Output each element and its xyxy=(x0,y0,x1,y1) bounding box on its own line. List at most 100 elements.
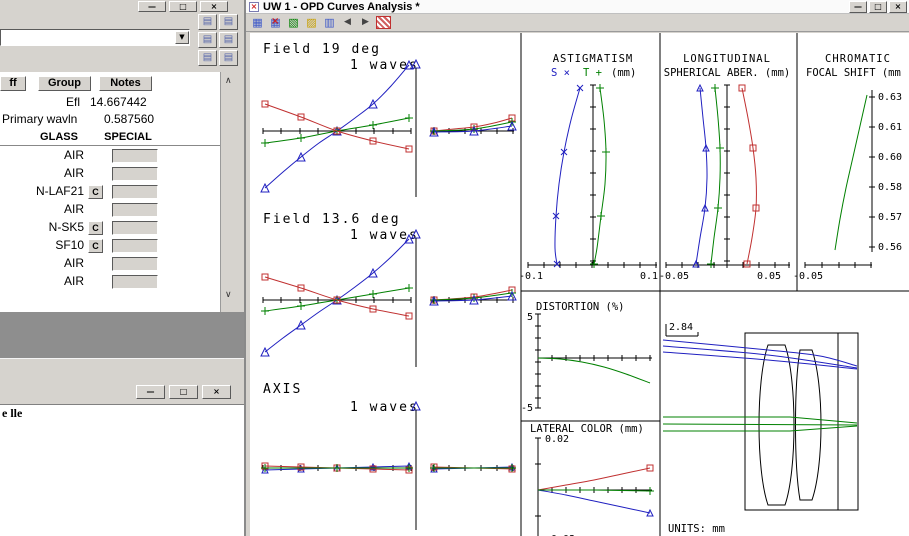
curve xyxy=(834,94,868,251)
plus-marker xyxy=(711,84,719,92)
special-cell[interactable] xyxy=(112,221,158,235)
desktop: — □ × ▤ ▤ ▤ ▤ ▤ ▤ ▼ ∧ ∨ ff Group Notes E… xyxy=(0,0,909,536)
ray-upper xyxy=(662,339,858,367)
special-cell[interactable] xyxy=(112,185,158,199)
catalog-button[interactable]: C xyxy=(88,221,103,235)
glass-cell[interactable]: AIR xyxy=(0,274,84,289)
astigmatism-xmax: 0.1 xyxy=(640,271,658,282)
opd-axis-scale: 1 waves xyxy=(350,400,419,415)
special-cell[interactable] xyxy=(112,275,158,289)
maximize-button[interactable]: □ xyxy=(869,1,887,13)
close-spreadsheet-icon[interactable]: ▦ × xyxy=(267,15,284,30)
scale-bar-value: 2.84 xyxy=(669,322,693,333)
lens-row: AIR xyxy=(0,202,220,220)
lens-data-titlebar[interactable]: — □ × xyxy=(0,0,244,13)
plus-marker xyxy=(297,302,305,310)
distortion-ymin: -5 xyxy=(521,403,533,414)
opd-field1-title: Field 19 deg xyxy=(263,42,381,57)
plus-marker xyxy=(261,307,269,315)
opd-axis-title: AXIS xyxy=(263,382,302,397)
opd-window-titlebar[interactable]: × UW 1 - OPD Curves Analysis * — □ × xyxy=(246,0,909,14)
scroll-down-button[interactable]: ∨ xyxy=(225,291,232,300)
close-button[interactable]: × xyxy=(202,385,231,399)
spreadsheet-icon[interactable]: ▦ xyxy=(249,15,266,30)
special-cell[interactable] xyxy=(112,239,158,253)
special-cell[interactable] xyxy=(112,149,158,163)
maximize-button[interactable]: □ xyxy=(169,385,198,399)
text-window-content: e lle xyxy=(0,404,244,536)
plus-marker xyxy=(369,290,377,298)
astigmatism-t-legend: T + xyxy=(583,67,602,79)
chromatic-tick-060: 0.60 xyxy=(878,152,902,163)
efl-value[interactable]: 14.667442 xyxy=(90,95,147,110)
window-tool-button[interactable]: ▤ xyxy=(219,14,238,30)
plus-marker xyxy=(714,204,722,212)
wavln-label: Primary wavln xyxy=(2,112,78,126)
minimize-button[interactable]: — xyxy=(849,1,867,13)
glass-cell[interactable]: N-SK5 xyxy=(0,220,84,235)
curve xyxy=(695,87,708,265)
curve xyxy=(537,357,651,384)
group-button[interactable]: Group xyxy=(38,76,91,91)
close-icon: × xyxy=(213,387,220,396)
window-tool-button[interactable]: ▤ xyxy=(219,32,238,48)
spreadsheet-scrollbar[interactable] xyxy=(220,72,244,312)
glass-cell[interactable]: SF10 xyxy=(0,238,84,253)
window-tool-button[interactable]: ▤ xyxy=(198,32,217,48)
close-button[interactable]: × xyxy=(889,1,907,13)
lens-row: AIR xyxy=(0,148,220,166)
minimize-button[interactable]: — xyxy=(136,385,165,399)
glass-cell[interactable]: AIR xyxy=(0,256,84,271)
distortion-title: DISTORTION (%) xyxy=(536,301,625,313)
special-column-header: SPECIAL xyxy=(104,131,152,143)
lsa-xmax: 0.05 xyxy=(757,271,781,282)
field-plot-icon[interactable]: ▥ xyxy=(321,15,338,30)
wavln-value[interactable]: 0.587560 xyxy=(104,112,154,127)
lens-row: AIR xyxy=(0,256,220,274)
curve xyxy=(537,489,651,514)
tile-icon: ▤ xyxy=(223,16,234,27)
tile-icon: ▤ xyxy=(202,52,213,63)
lsa-title-line1: LONGITUDINAL xyxy=(683,53,771,65)
minimize-button[interactable]: — xyxy=(138,1,166,12)
maximize-icon: □ xyxy=(179,387,188,396)
lateral-color-ymax: 0.02 xyxy=(545,434,569,445)
astigmatism-s-legend: S × xyxy=(551,67,570,79)
special-cell[interactable] xyxy=(112,203,158,217)
text-window: — □ × e lle xyxy=(0,358,244,536)
catalog-button[interactable]: C xyxy=(88,239,103,253)
wavefront-plot-icon[interactable]: ▧ xyxy=(285,15,302,30)
window-tool-button[interactable]: ▤ xyxy=(198,14,217,30)
step-back-icon[interactable]: ◀ xyxy=(339,15,356,30)
spot-diagram-icon[interactable]: ▨ xyxy=(303,15,320,30)
close-button[interactable]: × xyxy=(200,1,228,12)
glass-cell[interactable]: AIR xyxy=(0,166,84,181)
dropdown-arrow-icon[interactable]: ▼ xyxy=(175,31,189,44)
scroll-up-button[interactable]: ∧ xyxy=(225,77,232,86)
eff-button[interactable]: ff xyxy=(0,76,26,91)
lsa-xmin: -0.05 xyxy=(659,271,689,282)
window-tool-button[interactable]: ▤ xyxy=(219,50,238,66)
edit-combo[interactable]: ▼ xyxy=(0,29,190,46)
catalog-button[interactable]: C xyxy=(88,185,103,199)
glass-cell[interactable]: AIR xyxy=(0,148,84,163)
notes-button[interactable]: Notes xyxy=(99,76,152,91)
window-tool-button[interactable]: ▤ xyxy=(198,50,217,66)
maximize-button[interactable]: □ xyxy=(169,1,197,12)
glass-cell[interactable]: AIR xyxy=(0,202,84,217)
special-cell[interactable] xyxy=(112,257,158,271)
chromatic-title-line2: FOCAL SHIFT (mm xyxy=(806,67,901,79)
hatch-icon[interactable] xyxy=(376,16,391,29)
lens-row: N-LAF21 C xyxy=(0,184,220,202)
minimize-icon: — xyxy=(854,2,862,11)
curve xyxy=(593,87,607,265)
plus-marker xyxy=(646,487,654,495)
curve xyxy=(554,87,581,265)
step-forward-icon[interactable]: ▶ xyxy=(357,15,374,30)
special-cell[interactable] xyxy=(112,167,158,181)
glass-cell[interactable]: N-LAF21 xyxy=(0,184,84,199)
lens-row: SF10 C xyxy=(0,238,220,256)
tile-icon: ▤ xyxy=(202,34,213,45)
lens-row: N-SK5 C xyxy=(0,220,220,238)
window-title: UW 1 - OPD Curves Analysis * xyxy=(263,1,420,13)
